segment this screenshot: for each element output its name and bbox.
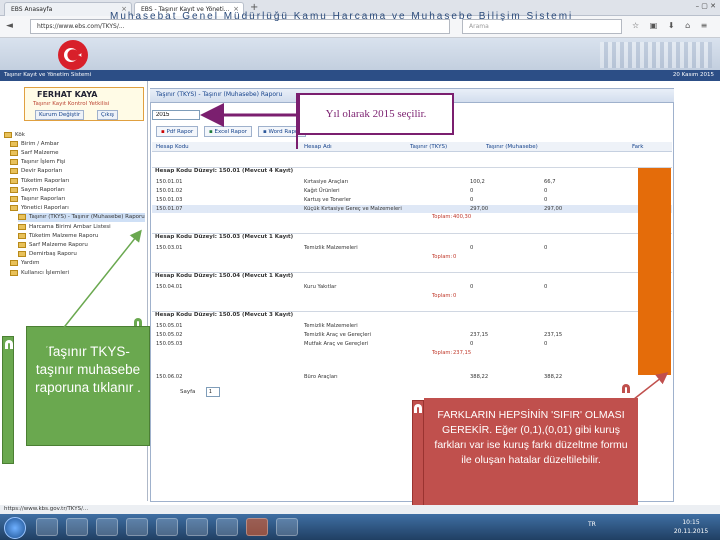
paint-icon[interactable] <box>276 518 298 536</box>
word-icon[interactable] <box>186 518 208 536</box>
chrome-icon[interactable] <box>156 518 178 536</box>
arrow-to-menu <box>29 229 142 371</box>
arrow-to-fark <box>619 372 669 411</box>
media-icon[interactable] <box>96 518 118 536</box>
clock-time: 10:15 <box>682 519 700 526</box>
start-button[interactable] <box>4 517 26 539</box>
taskbar-clock[interactable]: 10:15 20.11.2015 <box>662 516 720 538</box>
year-callout-stem <box>296 93 298 149</box>
firefox-icon[interactable] <box>126 518 148 536</box>
powerpoint-icon[interactable] <box>246 518 268 536</box>
folder-icon[interactable] <box>66 518 88 536</box>
browser-status-bar: https://www.kbs.gov.tr/TKYS/... <box>0 505 720 514</box>
ie-icon[interactable] <box>36 518 58 536</box>
language-indicator[interactable]: TR <box>588 521 596 528</box>
clock-date: 20.11.2015 <box>673 528 709 535</box>
annotation-arrows <box>29 93 669 411</box>
excel-icon[interactable] <box>216 518 238 536</box>
